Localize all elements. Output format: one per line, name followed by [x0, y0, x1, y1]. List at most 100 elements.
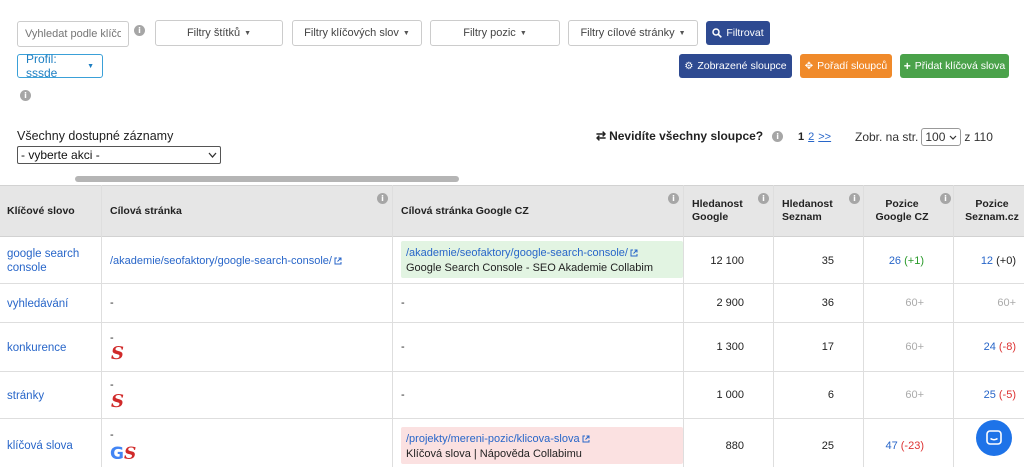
- columns-hint[interactable]: ⇄ Nevidíte všechny sloupce? i: [596, 129, 784, 143]
- caret-down-icon: ▼: [402, 29, 410, 37]
- info-icon[interactable]: i: [849, 193, 860, 204]
- target-value: -: [110, 379, 114, 391]
- col-search-google[interactable]: Hledanost Google: [692, 198, 752, 224]
- target-google-title: Klíčová slova | Nápověda Collabimu: [406, 448, 582, 460]
- total-count: z 110: [964, 130, 993, 144]
- column-divider: [392, 185, 393, 467]
- pos-google-number[interactable]: 26: [889, 255, 901, 267]
- search-seznam-value: 25: [821, 440, 834, 452]
- target-google-value: -: [401, 389, 405, 401]
- info-icon[interactable]: i: [134, 25, 145, 36]
- pos-google-value: 60+: [905, 341, 924, 353]
- shown-columns-button[interactable]: ⚙ Zobrazené sloupce: [679, 54, 792, 78]
- chevron-down-icon: [949, 135, 957, 140]
- filter-label: Filtry klíčových slov: [304, 27, 399, 39]
- column-order-button[interactable]: ✥ Pořadí sloupců: [800, 54, 892, 78]
- search-google-value: 880: [725, 440, 744, 452]
- target-google-link[interactable]: /projekty/mereni-pozic/klicova-slova: [406, 433, 590, 445]
- filter-keywords-dropdown[interactable]: Filtry klíčových slov ▼: [292, 20, 422, 46]
- info-icon[interactable]: i: [772, 130, 784, 142]
- pos-change: (+0): [996, 255, 1016, 267]
- target-google-url: /projekty/mereni-pozic/klicova-slova: [406, 433, 580, 445]
- records-label: Všechny dostupné záznamy: [17, 129, 174, 143]
- seznam-logo-icon: S: [111, 391, 124, 412]
- col-keyword[interactable]: Klíčové slovo: [7, 205, 75, 218]
- shown-columns-label: Zobrazené sloupce: [697, 60, 787, 72]
- horizontal-scrollbar[interactable]: [75, 176, 459, 182]
- google-seznam-logo-icon: GS: [110, 444, 137, 464]
- filter-positions-dropdown[interactable]: Filtry pozic ▼: [430, 20, 560, 46]
- page-link[interactable]: 2: [808, 131, 814, 143]
- col-pos-seznam[interactable]: Pozice Seznam.cz: [960, 198, 1024, 224]
- pos-change: (-5): [998, 389, 1016, 401]
- arrows-move-icon: ✥: [804, 60, 814, 72]
- search-seznam-value: 6: [827, 389, 834, 401]
- info-icon[interactable]: i: [377, 193, 388, 204]
- pos-seznam-number[interactable]: 12: [981, 255, 993, 267]
- search-input[interactable]: [17, 21, 129, 47]
- pos-change: (-23): [900, 440, 924, 452]
- seznam-logo-icon: S: [111, 343, 124, 364]
- profile-label: Profil: sssde: [26, 52, 58, 80]
- per-page-value: 100: [925, 130, 946, 144]
- info-icon[interactable]: i: [758, 193, 769, 204]
- target-google-value: -: [401, 297, 405, 309]
- keyword-link[interactable]: konkurence: [7, 341, 66, 355]
- filter-submit-button[interactable]: Filtrovat: [706, 21, 770, 45]
- col-search-seznam[interactable]: Hledanost Seznam: [782, 198, 842, 224]
- row-divider: [0, 371, 1024, 372]
- column-order-label: Pořadí sloupců: [817, 60, 888, 72]
- per-page-select[interactable]: 100: [921, 128, 962, 146]
- columns-hint-text: Nevidíte všechny sloupce?: [609, 129, 764, 143]
- filter-label: Filtry cílové stránky: [580, 27, 675, 39]
- col-target[interactable]: Cílová stránka: [110, 205, 182, 218]
- keyword-link[interactable]: stránky: [7, 389, 44, 403]
- keyword-link[interactable]: vyhledávání: [7, 297, 68, 311]
- info-icon[interactable]: i: [20, 90, 31, 101]
- bulk-action-select[interactable]: - vyberte akci -: [17, 146, 221, 164]
- pos-seznam-number[interactable]: 25: [984, 389, 996, 401]
- info-icon[interactable]: i: [940, 193, 951, 204]
- swap-arrows-icon: ⇄: [596, 129, 607, 143]
- col-target-google[interactable]: Cílová stránka Google CZ: [401, 205, 529, 218]
- pagination: 1 2 >>: [798, 131, 831, 143]
- info-icon[interactable]: i: [668, 193, 679, 204]
- caret-down-icon: ▼: [87, 62, 94, 70]
- bulk-action-value: - vyberte akci -: [21, 148, 100, 162]
- target-value: -: [110, 429, 114, 441]
- col-pos-google[interactable]: Pozice Google CZ: [872, 198, 932, 224]
- page-last-link[interactable]: >>: [818, 131, 831, 143]
- search-seznam-value: 17: [821, 341, 834, 353]
- chevron-down-icon: [208, 152, 217, 158]
- column-divider: [953, 185, 954, 467]
- target-google-link[interactable]: /akademie/seofaktory/google-search-conso…: [406, 247, 638, 259]
- add-keywords-button[interactable]: + Přidat klíčová slova: [900, 54, 1009, 78]
- filter-target-dropdown[interactable]: Filtry cílové stránky ▼: [568, 20, 698, 46]
- caret-down-icon: ▼: [519, 29, 527, 37]
- search-seznam-value: 35: [821, 255, 834, 267]
- column-divider: [863, 185, 864, 467]
- pos-google-number[interactable]: 47: [885, 440, 897, 452]
- target-google-title: Google Search Console - SEO Akademie Col…: [406, 262, 654, 274]
- pos-seznam-value: 12 (+0): [958, 255, 1016, 267]
- chat-launcher-button[interactable]: [976, 420, 1012, 456]
- pos-seznam-number[interactable]: 24: [984, 341, 996, 353]
- pos-seznam-value: 60+: [997, 297, 1016, 309]
- keyword-link[interactable]: google search console: [7, 247, 97, 275]
- target-url: /akademie/seofaktory/google-search-conso…: [110, 255, 332, 267]
- search-icon: [712, 28, 723, 38]
- filter-label: Filtry štítků: [186, 27, 241, 39]
- external-link-icon: [334, 257, 342, 265]
- search-google-value: 12 100: [710, 255, 744, 267]
- pos-seznam-value: 25 (-5): [958, 389, 1016, 401]
- keyword-link[interactable]: klíčová slova: [7, 439, 73, 453]
- row-divider: [0, 418, 1024, 419]
- search-seznam-value: 36: [821, 297, 834, 309]
- row-divider: [0, 283, 1024, 284]
- profile-select[interactable]: Profil: sssde ▼: [17, 52, 103, 80]
- pos-google-value: 26 (+1): [866, 255, 924, 267]
- column-divider: [101, 185, 102, 467]
- filter-tags-dropdown[interactable]: Filtry štítků ▼: [155, 20, 283, 46]
- target-link[interactable]: /akademie/seofaktory/google-search-conso…: [110, 255, 342, 267]
- caret-down-icon: ▼: [244, 29, 252, 37]
